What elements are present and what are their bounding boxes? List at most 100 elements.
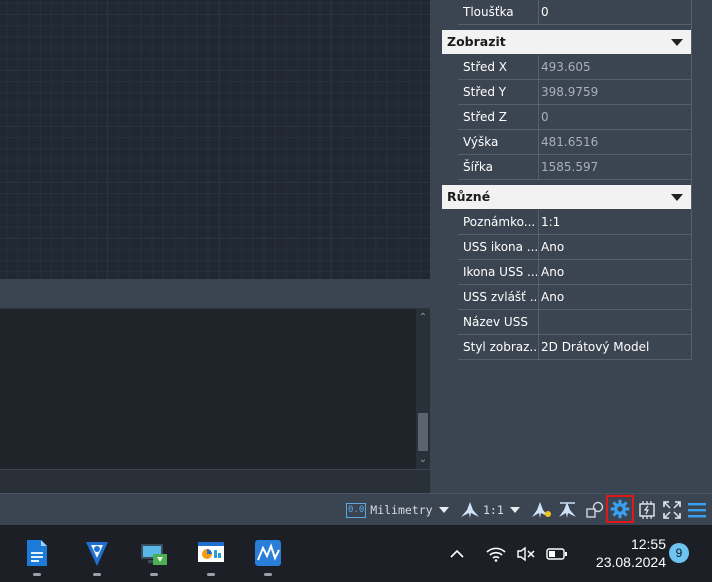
- property-value[interactable]: Ano: [541, 285, 689, 310]
- dashboard-app-icon: [198, 542, 224, 562]
- property-label: Střed Z: [463, 110, 508, 124]
- command-input[interactable]: [0, 469, 430, 493]
- show-hidden-icons-button[interactable]: [449, 525, 465, 582]
- clock-date: 23.08.2024: [595, 554, 666, 570]
- running-indicator: [93, 573, 101, 576]
- units-control[interactable]: 0.0 Milimetry: [346, 494, 449, 526]
- column-divider: [538, 335, 539, 360]
- property-row[interactable]: USS ikona ... Ano: [458, 235, 691, 260]
- column-divider: [538, 0, 539, 25]
- section-title: Různé: [447, 189, 491, 204]
- property-row[interactable]: Poznámko... 1:1: [458, 210, 691, 235]
- column-divider: [538, 130, 539, 155]
- property-value: 0: [541, 110, 549, 124]
- collapse-chevron-icon[interactable]: [671, 194, 683, 201]
- running-indicator: [207, 573, 215, 576]
- property-value: 493.605: [541, 60, 591, 74]
- scroll-up-icon[interactable]: ⌃: [416, 311, 430, 325]
- libreoffice-writer-app[interactable]: [22, 538, 52, 568]
- property-value[interactable]: Ano: [541, 235, 689, 260]
- property-value: 398.9759: [541, 85, 599, 99]
- scrollbar-thumb[interactable]: [418, 413, 428, 451]
- customize-menu-button[interactable]: [688, 494, 706, 526]
- hardware-acceleration-button[interactable]: [637, 494, 657, 526]
- column-divider: [538, 210, 539, 235]
- drawing-canvas[interactable]: [0, 0, 430, 279]
- hamburger-menu-icon: [688, 503, 706, 518]
- units-dropdown-icon[interactable]: [438, 507, 449, 513]
- network-button[interactable]: [486, 525, 506, 582]
- annotation-scale-control[interactable]: 1:1: [460, 494, 520, 526]
- fullscreen-icon: [663, 501, 681, 519]
- property-label: Styl zobraz...: [463, 340, 537, 354]
- column-divider: [538, 310, 539, 335]
- property-value[interactable]: 1:1: [541, 210, 689, 235]
- remote-desktop-icon: [141, 544, 167, 565]
- property-row[interactable]: Ikona USS ... Ano: [458, 260, 691, 285]
- property-row-thickness[interactable]: Tloušťka 0: [458, 0, 691, 25]
- annotation-scale-icon: [461, 502, 479, 518]
- graph-app[interactable]: [253, 538, 283, 568]
- column-divider: [538, 235, 539, 260]
- property-row[interactable]: Střed X 493.605: [458, 55, 691, 80]
- auto-scale-icon: [559, 502, 576, 518]
- property-label: Střed X: [463, 60, 508, 74]
- property-row[interactable]: Střed Y 398.9759: [458, 80, 691, 105]
- property-label: Šířka: [463, 160, 493, 174]
- taskbar: 12:55 23.08.2024: [0, 525, 712, 582]
- properties-panel: Tloušťka 0 Zobrazit Střed X 493.605 Stře…: [436, 0, 712, 493]
- section-header-zobrazit[interactable]: Zobrazit: [442, 30, 691, 54]
- vector-app[interactable]: [82, 538, 112, 568]
- property-value[interactable]: 2D Drátový Model: [541, 335, 689, 360]
- property-label: Název USS: [463, 315, 528, 329]
- property-row[interactable]: Šířka 1585.597: [458, 155, 691, 180]
- column-divider: [538, 155, 539, 180]
- status-bar: 0.0 Milimetry 1:1: [0, 493, 712, 525]
- property-row[interactable]: Styl zobraz... 2D Drátový Model: [458, 335, 691, 360]
- dashboard-app[interactable]: [196, 538, 226, 568]
- column-divider: [538, 285, 539, 310]
- battery-button[interactable]: [546, 525, 568, 582]
- running-indicator: [150, 573, 158, 576]
- properties-divider: [691, 0, 692, 360]
- battery-icon: [546, 547, 567, 560]
- fullscreen-button[interactable]: [662, 494, 682, 526]
- section-header-ruzne[interactable]: Různé: [442, 185, 691, 209]
- volume-button[interactable]: [516, 525, 536, 582]
- annotation-scale-dropdown-icon[interactable]: [509, 507, 520, 513]
- auto-scale-button[interactable]: [557, 494, 579, 526]
- collapse-chevron-icon[interactable]: [671, 39, 683, 46]
- isolate-objects-button[interactable]: [585, 494, 605, 526]
- property-label: USS ikona ...: [463, 240, 537, 254]
- clock[interactable]: 12:55 23.08.2024: [580, 535, 666, 572]
- column-divider: [538, 80, 539, 105]
- property-value[interactable]: 0: [541, 0, 689, 25]
- workspace-settings-button[interactable]: [606, 495, 634, 523]
- section-title: Zobrazit: [447, 34, 506, 49]
- property-value[interactable]: Ano: [541, 260, 689, 285]
- column-divider: [538, 55, 539, 80]
- scroll-down-icon[interactable]: ⌄: [416, 453, 430, 467]
- running-indicator: [264, 573, 272, 576]
- annotation-visibility-icon: [532, 502, 551, 518]
- graph-app-icon: [255, 540, 281, 566]
- property-row[interactable]: USS zvlášť ... Ano: [458, 285, 691, 310]
- property-row[interactable]: Střed Z 0: [458, 105, 691, 130]
- canvas-tabs-bar: [0, 279, 430, 309]
- annotation-scale-value: 1:1: [483, 503, 504, 517]
- units-icon: 0.0: [346, 502, 367, 518]
- libreoffice-writer-icon: [27, 540, 47, 566]
- gear-icon: [610, 499, 630, 519]
- units-label: Milimetry: [370, 503, 433, 517]
- property-row[interactable]: Název USS: [458, 310, 691, 335]
- annotation-visibility-button[interactable]: [531, 494, 553, 526]
- property-value[interactable]: [541, 310, 689, 335]
- notification-badge[interactable]: 9: [669, 543, 689, 563]
- property-row[interactable]: Výška 481.6516: [458, 130, 691, 155]
- property-label: Tloušťka: [463, 5, 514, 19]
- wifi-icon: [486, 547, 506, 562]
- hardware-acceleration-icon: [639, 501, 655, 519]
- chevron-up-icon: [450, 549, 464, 558]
- command-scrollbar[interactable]: ⌃ ⌄: [416, 309, 430, 469]
- remote-desktop-app[interactable]: [139, 538, 169, 568]
